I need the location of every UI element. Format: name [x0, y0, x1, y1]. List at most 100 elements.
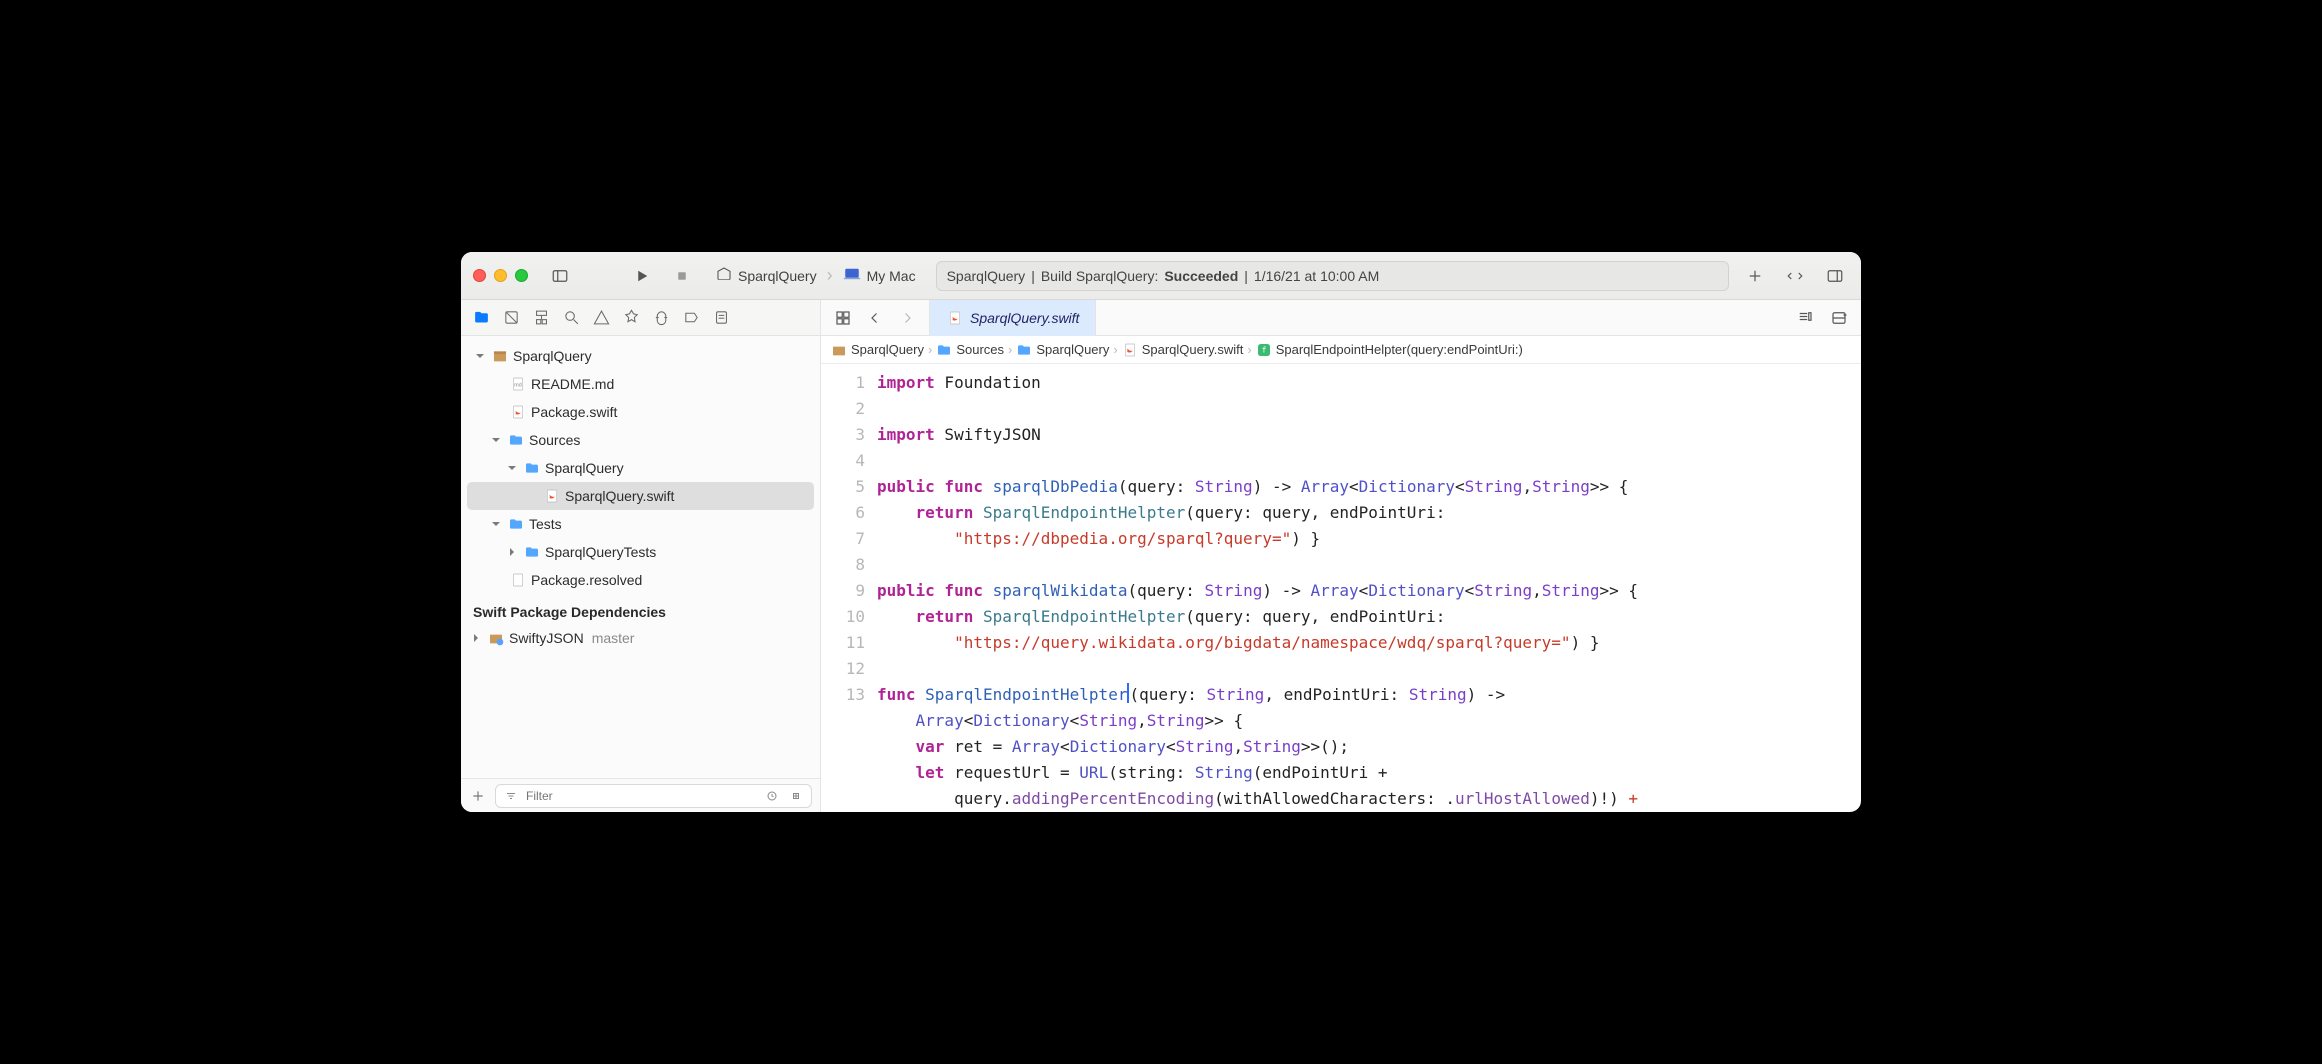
toggle-inspector-button[interactable] — [1821, 262, 1849, 290]
project-root-label: SparqlQuery — [513, 348, 592, 364]
file-package-swift[interactable]: Package.swift — [461, 398, 820, 426]
editor-tab-active[interactable]: SparqlQuery.swift — [929, 300, 1096, 336]
recent-filter-icon[interactable] — [763, 787, 781, 805]
folder-tests-pkg[interactable]: SparqlQueryTests — [461, 538, 820, 566]
navigator-panel: SparqlQuery md README.md Package.swift S — [461, 300, 821, 812]
project-navigator-tab[interactable] — [467, 304, 495, 332]
history-forward-button[interactable] — [893, 304, 921, 332]
window-controls — [473, 269, 528, 282]
folder-label: SparqlQuery — [545, 460, 624, 476]
filter-scope-icon[interactable] — [502, 787, 520, 805]
content-split: SparqlQuery md README.md Package.swift S — [461, 300, 1861, 812]
status-project: SparqlQuery — [947, 268, 1026, 284]
dependency-swiftyjson[interactable]: SwiftyJSON master — [461, 624, 820, 652]
swift-file-icon — [946, 309, 964, 327]
filter-input[interactable] — [526, 789, 757, 803]
dependency-version: master — [592, 630, 635, 646]
code-review-button[interactable] — [1781, 262, 1809, 290]
find-navigator-tab[interactable] — [557, 304, 585, 332]
package-icon — [491, 347, 509, 365]
package-dependency-icon — [487, 629, 505, 647]
history-back-button[interactable] — [861, 304, 889, 332]
markdown-file-icon: md — [509, 375, 527, 393]
dependencies-header: Swift Package Dependencies — [461, 594, 820, 624]
function-icon: f — [1256, 342, 1272, 358]
swift-file-icon — [543, 487, 561, 505]
swift-file-icon — [509, 403, 527, 421]
folder-tests[interactable]: Tests — [461, 510, 820, 538]
folder-icon — [936, 342, 952, 358]
dependency-name: SwiftyJSON — [509, 630, 584, 646]
disclosure-closed-icon[interactable] — [505, 547, 519, 557]
generic-file-icon — [509, 571, 527, 589]
crumb-package[interactable]: SparqlQuery — [831, 342, 924, 358]
file-package-resolved[interactable]: Package.resolved — [461, 566, 820, 594]
source-text[interactable]: import Foundation import SwiftyJSON publ… — [877, 364, 1861, 812]
project-root[interactable]: SparqlQuery — [461, 342, 820, 370]
scheme-project-icon — [716, 266, 732, 285]
source-control-navigator-tab[interactable] — [497, 304, 525, 332]
scheme-device-label: My Mac — [867, 268, 916, 284]
filter-field[interactable] — [495, 784, 812, 808]
test-navigator-tab[interactable] — [617, 304, 645, 332]
project-tree[interactable]: SparqlQuery md README.md Package.swift S — [461, 336, 820, 778]
folder-icon — [1016, 342, 1032, 358]
disclosure-open-icon[interactable] — [473, 351, 487, 361]
crumb-folder[interactable]: SparqlQuery — [1016, 342, 1109, 358]
crumb-sources[interactable]: Sources — [936, 342, 1004, 358]
zoom-window-button[interactable] — [515, 269, 528, 282]
close-window-button[interactable] — [473, 269, 486, 282]
status-action: Build SparqlQuery: — [1041, 268, 1159, 284]
disclosure-closed-icon[interactable] — [469, 633, 483, 643]
issue-navigator-tab[interactable] — [587, 304, 615, 332]
editor-area: SparqlQuery.swift SparqlQuery › Sources … — [821, 300, 1861, 812]
minimap-toggle-button[interactable] — [1791, 304, 1819, 332]
folder-icon — [523, 459, 541, 477]
device-icon — [843, 267, 861, 284]
minimize-window-button[interactable] — [494, 269, 507, 282]
disclosure-open-icon[interactable] — [489, 435, 503, 445]
toggle-navigator-button[interactable] — [546, 262, 574, 290]
stop-button[interactable] — [668, 262, 696, 290]
disclosure-open-icon[interactable] — [505, 463, 519, 473]
editor-tab-label: SparqlQuery.swift — [970, 310, 1079, 326]
crumb-symbol[interactable]: f SparqlEndpointHelpter(query:endPointUr… — [1256, 342, 1523, 358]
file-label: Package.swift — [531, 404, 617, 420]
editor-tab-bar: SparqlQuery.swift — [821, 300, 1861, 336]
jump-bar[interactable]: SparqlQuery › Sources › SparqlQuery › Sp… — [821, 336, 1861, 364]
svg-text:md: md — [514, 383, 521, 389]
file-label: SparqlQuery.swift — [565, 488, 674, 504]
report-navigator-tab[interactable] — [707, 304, 735, 332]
folder-label: Tests — [529, 516, 562, 532]
debug-navigator-tab[interactable] — [647, 304, 675, 332]
disclosure-open-icon[interactable] — [489, 519, 503, 529]
crumb-file[interactable]: SparqlQuery.swift — [1122, 342, 1244, 358]
swift-file-icon — [1122, 342, 1138, 358]
svg-text:f: f — [1261, 345, 1266, 354]
scheme-separator-icon: › — [827, 265, 833, 286]
activity-status[interactable]: SparqlQuery | Build SparqlQuery: Succeed… — [936, 261, 1729, 291]
add-file-button[interactable] — [469, 787, 487, 805]
navigator-tabs — [461, 300, 820, 336]
breakpoint-navigator-tab[interactable] — [677, 304, 705, 332]
adjust-editor-button[interactable] — [1825, 304, 1853, 332]
run-button[interactable] — [628, 262, 656, 290]
folder-sources-pkg[interactable]: SparqlQuery — [461, 454, 820, 482]
folder-icon — [507, 431, 525, 449]
status-time: 1/16/21 at 10:00 AM — [1254, 268, 1379, 284]
source-editor[interactable]: 1 2 3 4 5 6 7 8 9 10 11 12 13 import Fou… — [821, 364, 1861, 812]
add-button[interactable] — [1741, 262, 1769, 290]
related-items-button[interactable] — [829, 304, 857, 332]
navigator-footer — [461, 778, 820, 812]
file-readme[interactable]: md README.md — [461, 370, 820, 398]
scheme-selector[interactable]: SparqlQuery › My Mac — [708, 265, 924, 286]
folder-label: Sources — [529, 432, 580, 448]
scm-filter-icon[interactable] — [787, 787, 805, 805]
symbol-navigator-tab[interactable] — [527, 304, 555, 332]
xcode-window: SparqlQuery › My Mac SparqlQuery | Build… — [461, 252, 1861, 812]
line-gutter: 1 2 3 4 5 6 7 8 9 10 11 12 13 — [821, 364, 877, 812]
file-label: Package.resolved — [531, 572, 642, 588]
file-sparqlquery-swift[interactable]: SparqlQuery.swift — [467, 482, 814, 510]
status-result: Succeeded — [1164, 268, 1238, 284]
folder-sources[interactable]: Sources — [461, 426, 820, 454]
